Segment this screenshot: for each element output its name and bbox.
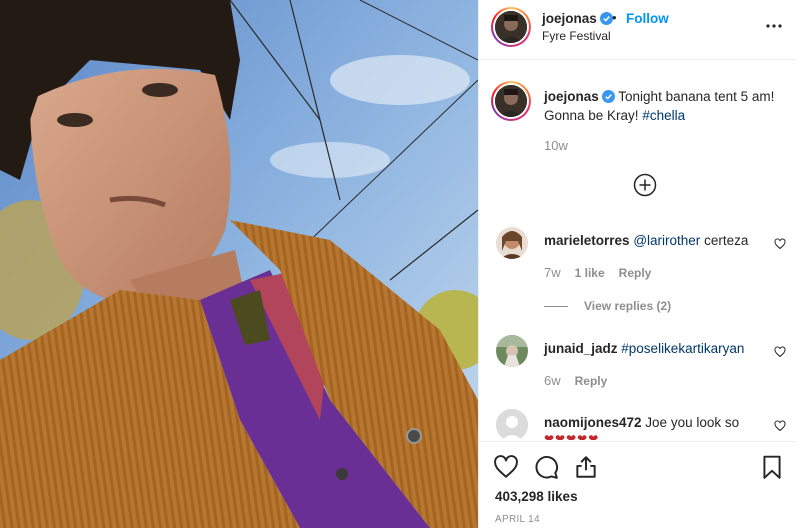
caption-username[interactable]: joejonas <box>544 89 599 104</box>
follow-button[interactable]: Follow <box>626 11 669 26</box>
comment-meta: 6w Reply <box>544 373 621 388</box>
comment-age[interactable]: 7w <box>544 265 561 280</box>
caption-avatar[interactable] <box>491 81 531 121</box>
comment-body: certeza <box>700 233 749 248</box>
comment-text: junaid_jadz #poselikekartikaryan <box>544 339 764 358</box>
selfie-image <box>0 0 478 528</box>
post-side-panel: joejonas • Follow Fyre Festival joejonas… <box>478 0 796 528</box>
add-circle-icon[interactable] <box>633 173 657 197</box>
reply-button[interactable]: Reply <box>575 374 608 388</box>
comment-age[interactable]: 6w <box>544 373 561 388</box>
bookmark-icon[interactable] <box>759 454 785 480</box>
reply-button[interactable]: Reply <box>619 266 652 280</box>
caption-age[interactable]: 10w <box>544 138 568 153</box>
comment-heart-icon[interactable] <box>774 346 786 358</box>
comment-icon[interactable] <box>533 454 559 480</box>
comment-text: marieletorres @larirother certeza <box>544 231 764 250</box>
comment-username[interactable]: naomijones472 <box>544 415 642 430</box>
comment-meta: 7w 1 like Reply <box>544 265 665 280</box>
replies-divider <box>544 306 568 308</box>
caption-hashtag[interactable]: #chella <box>642 108 685 123</box>
comment-username[interactable]: marieletorres <box>544 233 630 248</box>
verified-badge-icon <box>599 12 613 25</box>
author-username-text[interactable]: joejonas <box>542 11 597 26</box>
commenter-avatar[interactable] <box>496 335 528 367</box>
comment-heart-icon[interactable] <box>774 420 786 432</box>
post-photo[interactable] <box>0 0 478 528</box>
instagram-post: joejonas • Follow Fyre Festival joejonas… <box>0 0 796 528</box>
caption: joejonas Tonight banana tent 5 am! Gonna… <box>544 87 784 125</box>
comment-hashtag[interactable]: #poselikekartikaryan <box>621 341 744 356</box>
author-avatar[interactable] <box>491 7 531 47</box>
comment-mention[interactable]: @larirother <box>633 233 700 248</box>
verified-badge-icon <box>601 90 615 103</box>
comments-area[interactable]: joejonas Tonight banana tent 5 am! Gonna… <box>479 61 796 440</box>
commenter-avatar[interactable] <box>496 409 528 440</box>
caption-avatar-image <box>495 85 527 117</box>
view-replies-button[interactable]: View replies (2) <box>544 299 671 313</box>
header-separator: • <box>612 10 617 25</box>
avatar-image <box>495 11 527 43</box>
post-date[interactable]: APRIL 14 <box>495 514 540 525</box>
author-username[interactable]: joejonas <box>542 11 613 26</box>
more-options-icon[interactable] <box>762 14 786 38</box>
comment-text: naomijones472 Joe you look so ❤❤❤❤❤ <box>544 413 764 440</box>
post-header: joejonas • Follow Fyre Festival <box>479 0 796 60</box>
view-replies-label[interactable]: View replies (2) <box>584 299 671 313</box>
comment-username[interactable]: junaid_jadz <box>544 341 618 356</box>
post-actions: 403,298 likes APRIL 14 <box>479 441 796 528</box>
commenter-avatar[interactable] <box>496 227 528 259</box>
comment-likes[interactable]: 1 like <box>575 266 605 280</box>
likes-count[interactable]: 403,298 likes <box>495 489 578 504</box>
heart-icon[interactable] <box>493 454 519 480</box>
comment-body: Joe you look so <box>641 415 740 430</box>
share-icon[interactable] <box>573 454 599 480</box>
heart-emojis: ❤❤❤❤❤ <box>544 432 600 440</box>
location-link[interactable]: Fyre Festival <box>542 29 611 43</box>
comment-heart-icon[interactable] <box>774 238 786 250</box>
